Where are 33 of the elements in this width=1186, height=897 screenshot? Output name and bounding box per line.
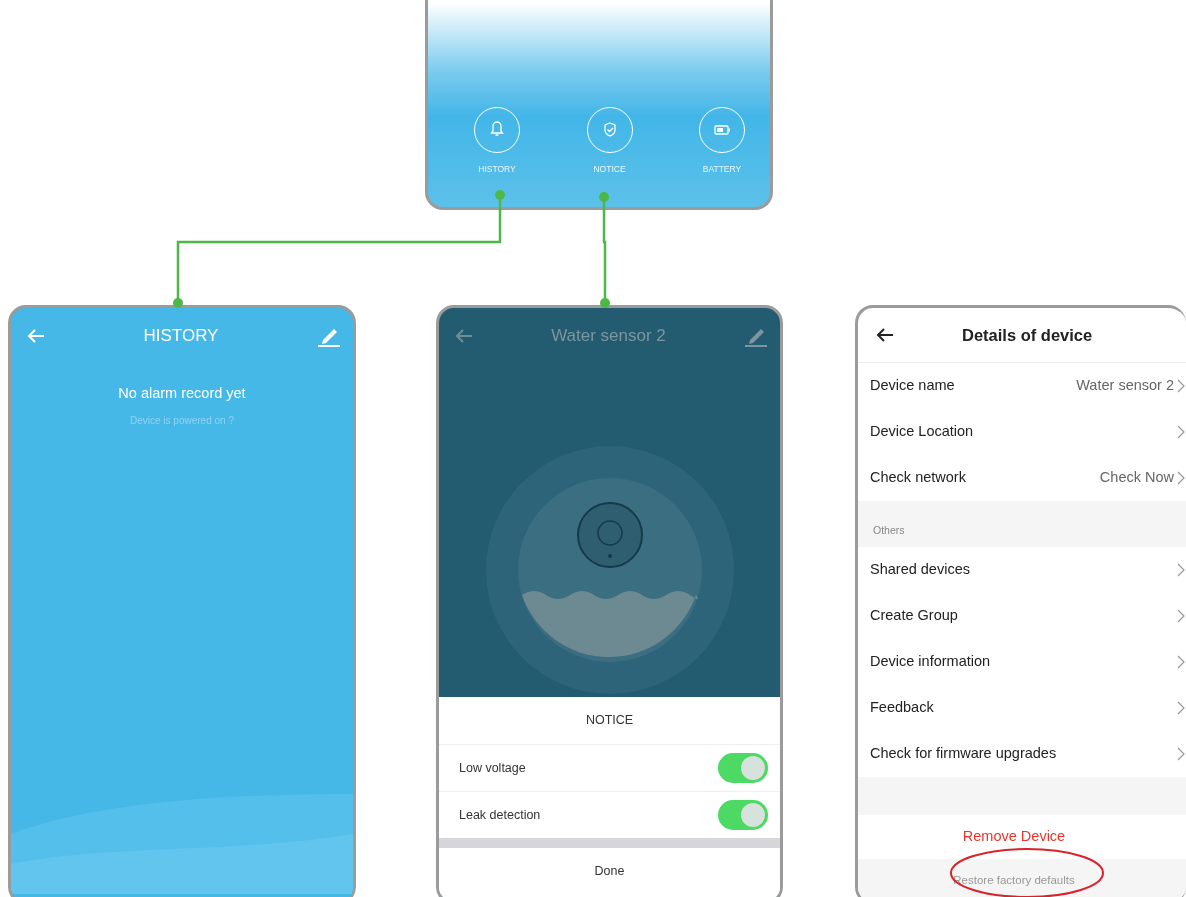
screen-title: Details of device bbox=[962, 324, 1093, 346]
empty-message: No alarm record yet bbox=[117, 384, 247, 403]
row-label: Feedback bbox=[870, 698, 934, 718]
row-label: Create Group bbox=[870, 606, 958, 626]
settings-row[interactable]: Create Group bbox=[858, 593, 1186, 639]
section-label: Others bbox=[873, 523, 905, 539]
hint-text: Device is powered on ? bbox=[129, 413, 235, 428]
toggle-label: Leak detection bbox=[459, 806, 541, 824]
tab-label: HISTORY bbox=[478, 163, 516, 176]
row-label: Device name bbox=[870, 376, 955, 396]
settings-row[interactable]: Device name Water sensor 2 bbox=[858, 363, 1186, 409]
toggle-switch[interactable] bbox=[718, 800, 768, 830]
settings-row[interactable]: Shared devices bbox=[858, 547, 1186, 593]
row-label: Shared devices bbox=[870, 560, 970, 580]
settings-row[interactable]: Check network Check Now bbox=[858, 455, 1186, 501]
tab-label: BATTERY bbox=[702, 163, 742, 176]
back-arrow-icon[interactable] bbox=[876, 328, 894, 342]
screen-title: HISTORY bbox=[143, 325, 219, 348]
toggle-label: Low voltage bbox=[459, 759, 526, 777]
row-value: Water sensor 2 bbox=[1076, 376, 1174, 396]
tab-label: NOTICE bbox=[593, 163, 626, 176]
settings-row[interactable]: Device information bbox=[858, 639, 1186, 685]
settings-row[interactable]: Feedback bbox=[858, 685, 1186, 731]
row-label: Check network bbox=[870, 468, 966, 488]
settings-row[interactable]: Device Location bbox=[858, 409, 1186, 455]
row-value: Check Now bbox=[1099, 468, 1174, 488]
sheet-title: NOTICE bbox=[584, 712, 635, 729]
row-label: Device Location bbox=[870, 422, 974, 442]
toggle-switch[interactable] bbox=[718, 753, 768, 783]
screen-title: Water sensor 2 bbox=[551, 325, 666, 348]
row-label: Device information bbox=[870, 652, 991, 672]
settings-row[interactable]: Check for firmware upgrades bbox=[858, 731, 1186, 777]
row-label: Check for firmware upgrades bbox=[870, 744, 1057, 764]
